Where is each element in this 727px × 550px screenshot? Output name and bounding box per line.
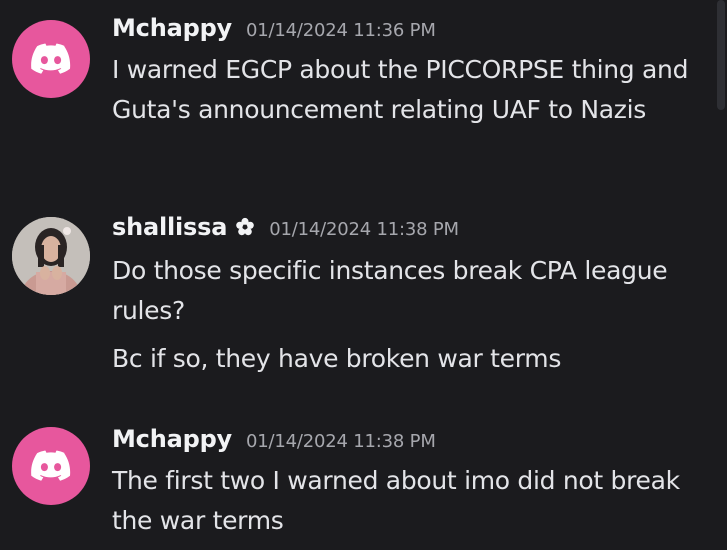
avatar[interactable] xyxy=(12,217,90,295)
username[interactable]: shallissa xyxy=(112,213,227,241)
message-group: Mchappy 01/14/2024 11:38 PM The first tw… xyxy=(0,425,715,550)
timestamp: 01/14/2024 11:36 PM xyxy=(246,20,436,41)
message-header: shallissa 01/14/2024 11:38 PM xyxy=(112,213,459,247)
scrollbar[interactable] xyxy=(717,0,725,110)
message-text: I warned EGCP about the PICCORPSE thing … xyxy=(112,55,689,124)
username[interactable]: Mchappy xyxy=(112,14,232,42)
discord-logo-icon xyxy=(31,43,71,74)
timestamp: 01/14/2024 11:38 PM xyxy=(246,431,436,452)
discord-logo-icon xyxy=(31,450,71,481)
avatar[interactable] xyxy=(12,427,90,505)
message-group: Mchappy 01/14/2024 11:36 PM I warned EGC… xyxy=(0,14,715,174)
username[interactable]: Mchappy xyxy=(112,425,232,453)
message-group: shallissa 01/14/2024 11:38 PM Do those s… xyxy=(0,213,715,393)
message-text: Do those specific instances break CPA le… xyxy=(112,256,668,325)
user-photo xyxy=(12,217,90,295)
message-text: The first two I warned about imo did not… xyxy=(112,466,680,535)
message-header: Mchappy 01/14/2024 11:38 PM xyxy=(112,425,436,459)
message-text: Bc if so, they have broken war terms xyxy=(112,344,562,373)
message-header: Mchappy 01/14/2024 11:36 PM xyxy=(112,14,436,48)
flower-icon xyxy=(236,217,255,236)
avatar[interactable] xyxy=(12,20,90,98)
timestamp: 01/14/2024 11:38 PM xyxy=(269,219,459,240)
